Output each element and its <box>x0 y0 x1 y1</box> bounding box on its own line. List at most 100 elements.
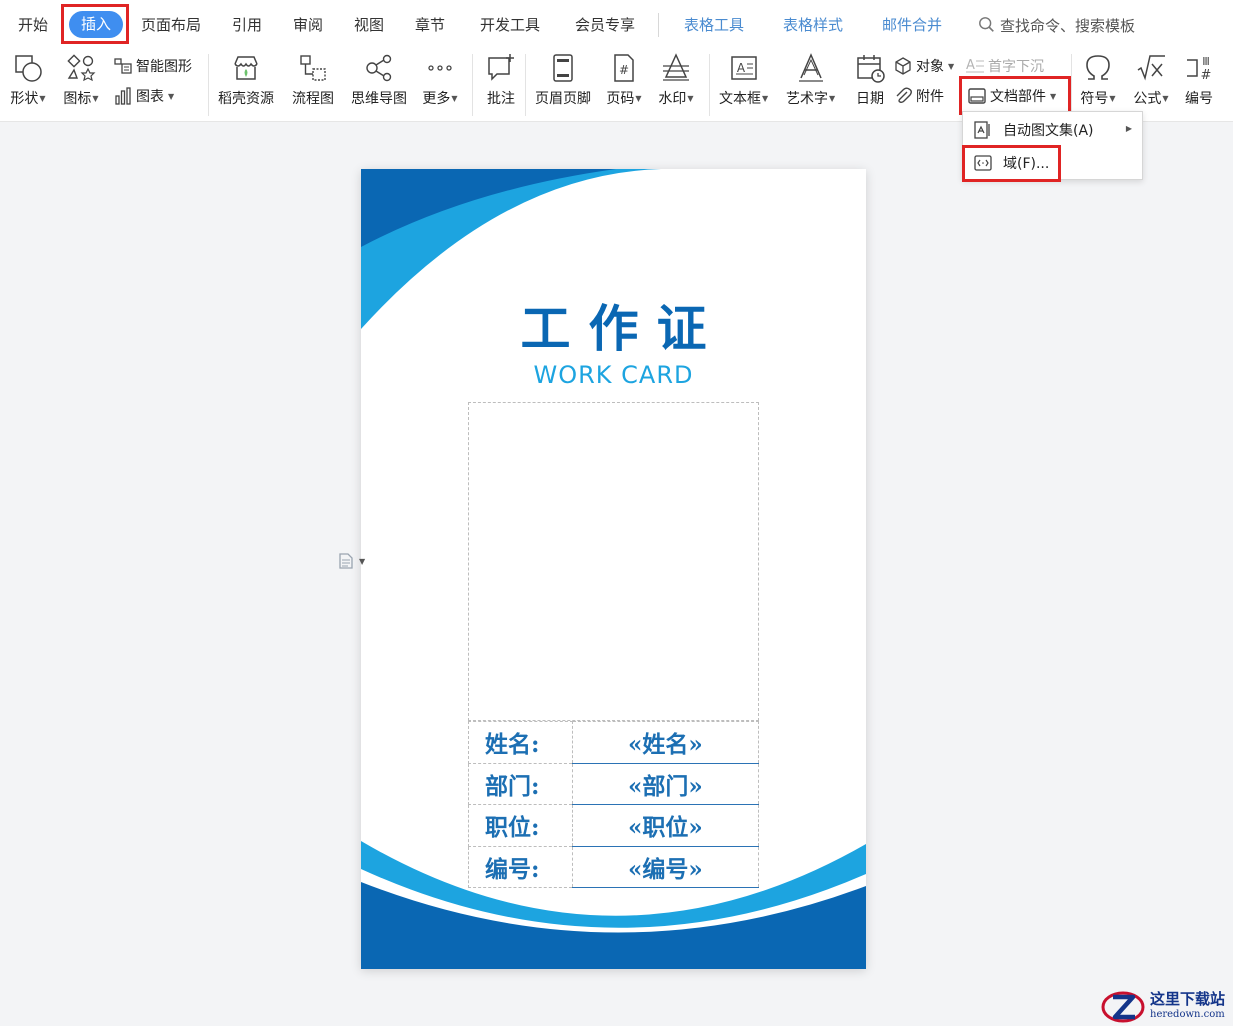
svg-text:A: A <box>966 58 975 73</box>
numbering-button[interactable]: Ⅲ # 编号 <box>1181 50 1217 108</box>
table-row: 编号: «编号» <box>468 845 760 888</box>
symbol-button[interactable]: 符号▼ <box>1080 50 1116 108</box>
object-label: 对象 <box>916 59 944 75</box>
field-label: 域(F)... <box>1003 156 1050 172</box>
svg-text:#: # <box>1201 68 1212 83</box>
symbol-label: 符号 <box>1080 91 1109 107</box>
chart-label: 图表 <box>136 89 164 105</box>
svg-text:Ⅲ: Ⅲ <box>1202 55 1210 68</box>
page-number-button[interactable]: # 页码▼ <box>606 50 642 108</box>
watermark-icon <box>663 53 689 81</box>
watermark-button[interactable]: 水印▼ <box>658 50 694 108</box>
menu-developer[interactable]: 开发工具 <box>480 14 540 36</box>
smart-art-label: 智能图形 <box>136 59 192 75</box>
table-row: 职位: «职位» <box>468 804 760 847</box>
header-footer-button[interactable]: 页眉页脚 <box>535 50 591 108</box>
attachment-button[interactable]: 附件 <box>893 85 944 107</box>
card-subtitle: WORK CARD <box>533 361 694 389</box>
smart-art-button[interactable]: 智能图形 <box>113 55 192 77</box>
submenu-arrow-icon: ▶ <box>1125 124 1132 133</box>
docer-resources-label: 稻壳资源 <box>218 91 274 107</box>
object-button[interactable]: 对象 ▼ <box>893 55 954 77</box>
name-field[interactable]: «姓名» <box>572 721 760 764</box>
department-label: 部门: <box>468 762 573 805</box>
more-icon <box>428 65 452 71</box>
shape-label: 形状 <box>10 91 39 107</box>
search-box[interactable]: 查找命令、搜索模板 <box>978 13 1135 37</box>
menu-review[interactable]: 审阅 <box>293 14 323 36</box>
menu-table-style[interactable]: 表格样式 <box>783 14 843 36</box>
drop-cap-label: 首字下沉 <box>988 59 1044 75</box>
textbox-button[interactable]: A 文本框▼ <box>719 50 768 108</box>
search-placeholder: 查找命令、搜索模板 <box>1000 16 1136 35</box>
textbox-label: 文本框 <box>719 91 761 107</box>
ribbon-separator <box>525 54 526 116</box>
doc-parts-label: 文档部件 <box>990 89 1046 105</box>
wordart-label: 艺术字 <box>786 91 828 107</box>
chart-button[interactable]: 图表 ▼ <box>113 85 174 107</box>
date-button[interactable]: 日期 <box>852 50 888 108</box>
menu-separator <box>658 13 659 37</box>
document-page[interactable]: 工作证 WORK CARD 姓名: «姓名» 部门: «部门» 职位: «职位»… <box>361 169 866 969</box>
more-button[interactable]: 更多▼ <box>422 50 458 108</box>
numbering-icon: Ⅲ# <box>1187 55 1212 83</box>
icons-button[interactable]: 图标▼ <box>63 50 99 108</box>
ribbon-separator <box>472 54 473 116</box>
autotext-icon <box>974 121 990 139</box>
comment-label: 批注 <box>487 91 515 107</box>
number-field[interactable]: «编号» <box>572 845 760 888</box>
docer-resources-button[interactable]: 稻壳资源 <box>218 50 274 108</box>
formula-icon <box>1137 55 1165 81</box>
photo-placeholder[interactable] <box>468 402 759 721</box>
page-number-icon: # <box>614 54 634 82</box>
shape-icon <box>15 55 42 82</box>
menu-mail-merge[interactable]: 邮件合并 <box>882 14 942 36</box>
menu-bar: 开始 插入 页面布局 引用 审阅 视图 章节 开发工具 会员专享 表格工具 表格… <box>0 0 1233 48</box>
autotext-label: 自动图文集(A) <box>1003 123 1094 139</box>
mindmap-button[interactable]: 思维导图 <box>351 50 407 108</box>
menu-member[interactable]: 会员专享 <box>575 14 635 36</box>
field-menu-item[interactable]: 域(F)... <box>973 149 1049 177</box>
table-row: 部门: «部门» <box>468 762 760 805</box>
flowchart-button[interactable]: 流程图 <box>292 50 334 108</box>
wordart-button[interactable]: 艺术字▼ <box>786 50 835 108</box>
header-footer-label: 页眉页脚 <box>535 91 591 107</box>
position-field[interactable]: «职位» <box>572 804 760 847</box>
shape-button[interactable]: 形状▼ <box>10 50 46 108</box>
field-icon <box>974 155 992 171</box>
menu-page-layout[interactable]: 页面布局 <box>141 14 201 36</box>
doc-parts-dropdown: 自动图文集(A) ▶ 域(F)... <box>962 111 1143 180</box>
menu-view[interactable]: 视图 <box>354 14 384 36</box>
header-footer-icon <box>553 54 573 82</box>
object-icon <box>895 57 911 75</box>
watermark-label: 水印 <box>658 91 687 107</box>
site-watermark: 这里下载站 heredown.com <box>1100 986 1233 1026</box>
ribbon-separator <box>709 54 710 116</box>
wordart-icon <box>798 53 823 82</box>
menu-home[interactable]: 开始 <box>18 14 48 36</box>
comment-button[interactable]: 批注 <box>483 50 519 108</box>
drop-cap-button: A 首字下沉 <box>965 55 1044 77</box>
omega-icon <box>1086 55 1110 80</box>
menu-references[interactable]: 引用 <box>232 14 262 36</box>
menu-section[interactable]: 章节 <box>415 14 445 36</box>
date-label: 日期 <box>856 91 884 107</box>
department-field[interactable]: «部门» <box>572 762 760 805</box>
autotext-menu-item[interactable]: 自动图文集(A) <box>973 116 1094 144</box>
menu-insert[interactable]: 插入 <box>69 11 123 38</box>
attachment-label: 附件 <box>916 89 944 105</box>
doc-parts-button[interactable]: 文档部件 ▼ <box>967 85 1056 107</box>
position-label: 职位: <box>468 804 573 847</box>
doc-parts-icon <box>968 88 986 104</box>
menu-table-tools[interactable]: 表格工具 <box>684 14 744 36</box>
watermark-cn: 这里下载站 <box>1150 990 1226 1008</box>
numbering-label: 编号 <box>1185 91 1213 107</box>
paste-options[interactable]: ▼ <box>337 552 365 570</box>
icons-icon <box>67 54 96 82</box>
smart-art-icon <box>114 58 132 74</box>
svg-text:A: A <box>736 61 745 75</box>
formula-button[interactable]: 公式▼ <box>1133 50 1169 108</box>
paste-options-icon <box>339 553 353 569</box>
flowchart-icon <box>300 55 326 81</box>
info-table: 姓名: «姓名» 部门: «部门» 职位: «职位» 编号: «编号» <box>468 721 760 888</box>
